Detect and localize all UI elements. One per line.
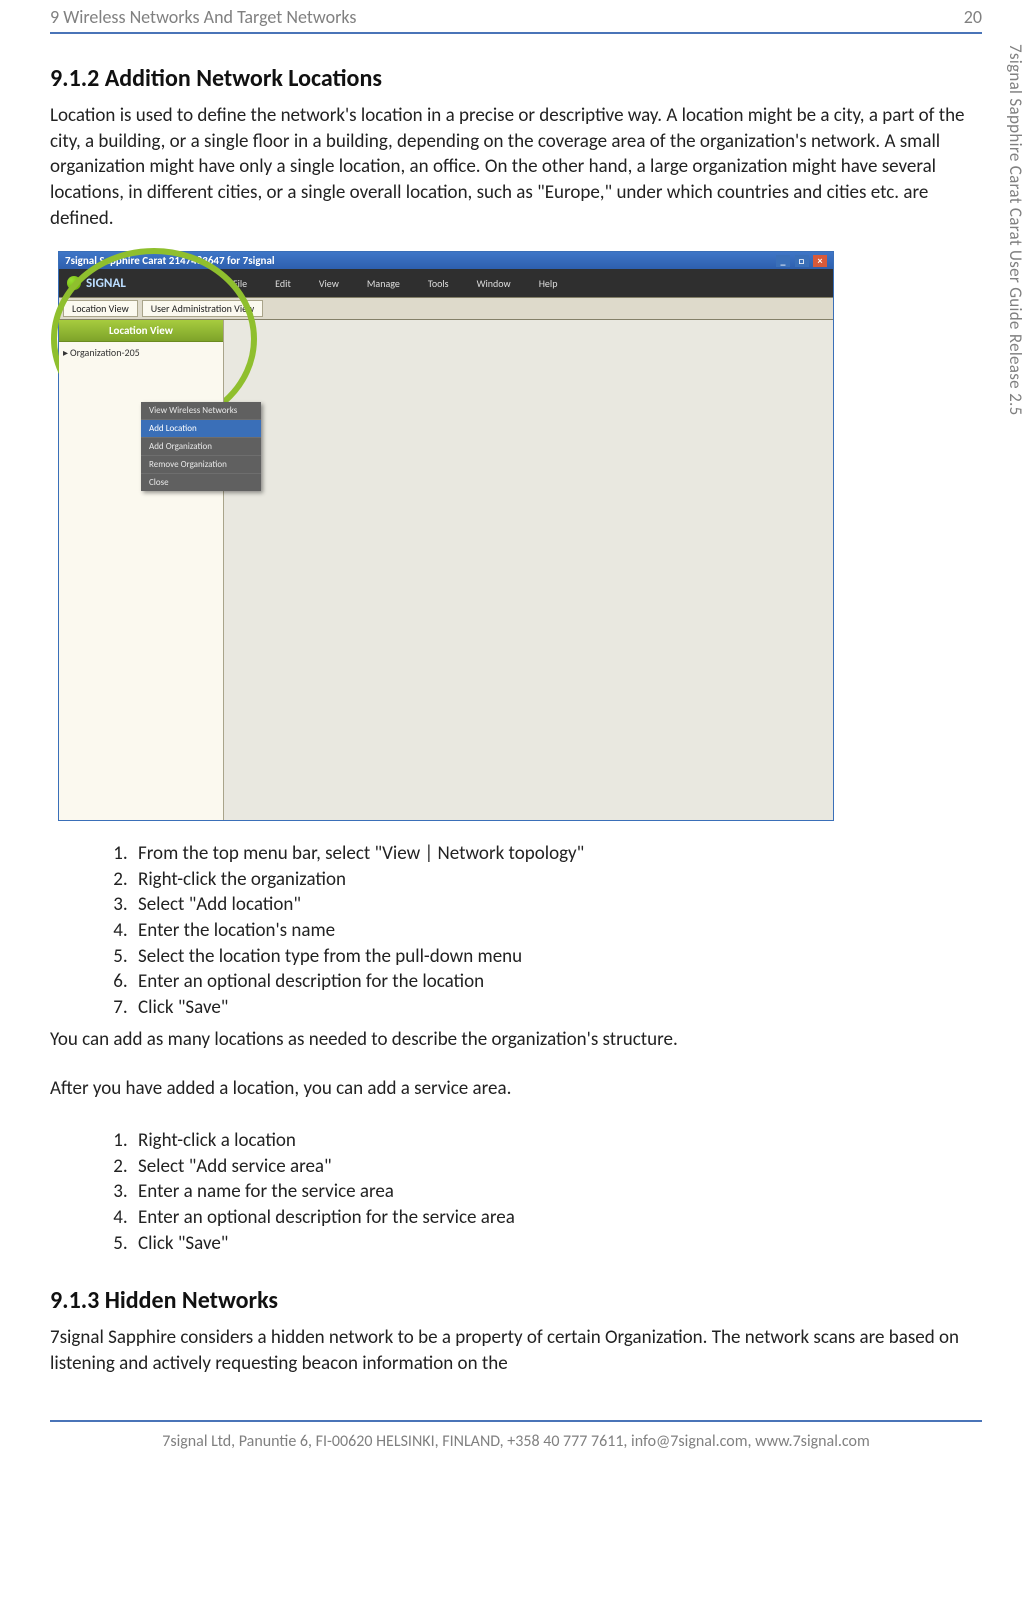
brand-logo: SIGNAL: [59, 269, 219, 297]
list-item: Click "Save": [132, 995, 982, 1021]
maximize-icon[interactable]: □: [795, 255, 809, 267]
org-tree: ▸ Organization-205: [59, 342, 223, 359]
page-footer: 7signal Ltd, Panuntie 6, FI-00620 HELSIN…: [50, 1420, 982, 1451]
paragraph-after-list1b: After you have added a location, you can…: [50, 1076, 982, 1102]
menu-manage[interactable]: Manage: [353, 269, 414, 297]
list-item: Select the location type from the pull-d…: [132, 944, 982, 970]
content-pane: [224, 320, 833, 820]
section-title: 9 Wireless Networks And Target Networks: [50, 6, 356, 28]
list-item: Right-click a location: [132, 1128, 982, 1154]
list-item: Enter a name for the service area: [132, 1179, 982, 1205]
brand-text: SIGNAL: [86, 276, 126, 291]
menubar: SIGNAL File Edit View Manage Tools Windo…: [59, 269, 833, 297]
sidebar-header: Location View: [59, 320, 223, 342]
menu-file[interactable]: File: [219, 269, 261, 297]
list-item: Click "Save": [132, 1231, 982, 1257]
page-number: 20: [964, 6, 982, 28]
ctx-add-location[interactable]: Add Location: [141, 420, 261, 438]
tab-location-view[interactable]: Location View: [63, 300, 138, 317]
expand-icon[interactable]: ▸: [63, 346, 68, 359]
side-running-label: 7signal Sapphire Carat Carat User Guide …: [1005, 44, 1026, 416]
sidebar: Location View ▸ Organization-205 View Wi…: [59, 320, 224, 820]
paragraph-912-intro: Location is used to define the network's…: [50, 103, 982, 231]
menu-edit[interactable]: Edit: [261, 269, 305, 297]
context-menu: View Wireless Networks Add Location Add …: [141, 402, 261, 491]
list-item: From the top menu bar, select "View | Ne…: [132, 841, 982, 867]
steps-add-location: From the top menu bar, select "View | Ne…: [50, 841, 982, 1020]
ctx-close[interactable]: Close: [141, 474, 261, 491]
menu-help[interactable]: Help: [525, 269, 572, 297]
minimize-icon[interactable]: _: [776, 255, 790, 267]
heading-913: 9.1.3 Hidden Networks: [50, 1286, 982, 1315]
menu-view[interactable]: View: [305, 269, 353, 297]
menu-window[interactable]: Window: [463, 269, 525, 297]
view-tabs: Location View User Administration View: [59, 297, 833, 320]
list-item: Select "Add service area": [132, 1154, 982, 1180]
list-item: Enter an optional description for the lo…: [132, 969, 982, 995]
app-screenshot: 7signal Sapphire Carat 2147483647 for 7s…: [50, 251, 982, 821]
list-item: Enter an optional description for the se…: [132, 1205, 982, 1231]
work-area: Location View ▸ Organization-205 View Wi…: [59, 320, 833, 820]
ctx-add-org[interactable]: Add Organization: [141, 438, 261, 456]
menu-tools[interactable]: Tools: [414, 269, 463, 297]
tab-user-admin-view[interactable]: User Administration View: [142, 300, 263, 317]
list-item: Select "Add location": [132, 892, 982, 918]
running-header: 9 Wireless Networks And Target Networks …: [50, 0, 982, 34]
heading-912: 9.1.2 Addition Network Locations: [50, 64, 982, 93]
titlebar: 7signal Sapphire Carat 2147483647 for 7s…: [59, 252, 833, 269]
signal-icon: [67, 276, 81, 290]
close-icon[interactable]: ×: [813, 255, 827, 267]
steps-add-service-area: Right-click a location Select "Add servi…: [50, 1128, 982, 1256]
tree-root-label: Organization-205: [70, 346, 140, 359]
ctx-view-wireless[interactable]: View Wireless Networks: [141, 402, 261, 420]
ctx-remove-org[interactable]: Remove Organization: [141, 456, 261, 474]
footer-text: 7signal Ltd, Panuntie 6, FI-00620 HELSIN…: [162, 1432, 870, 1451]
window-title: 7signal Sapphire Carat 2147483647 for 7s…: [65, 254, 275, 267]
paragraph-after-list1a: You can add as many locations as needed …: [50, 1027, 982, 1053]
list-item: Enter the location's name: [132, 918, 982, 944]
list-item: Right-click the organization: [132, 867, 982, 893]
tree-root-node[interactable]: ▸ Organization-205: [63, 346, 219, 359]
paragraph-913: 7signal Sapphire considers a hidden netw…: [50, 1325, 982, 1376]
app-window: 7signal Sapphire Carat 2147483647 for 7s…: [58, 251, 834, 821]
